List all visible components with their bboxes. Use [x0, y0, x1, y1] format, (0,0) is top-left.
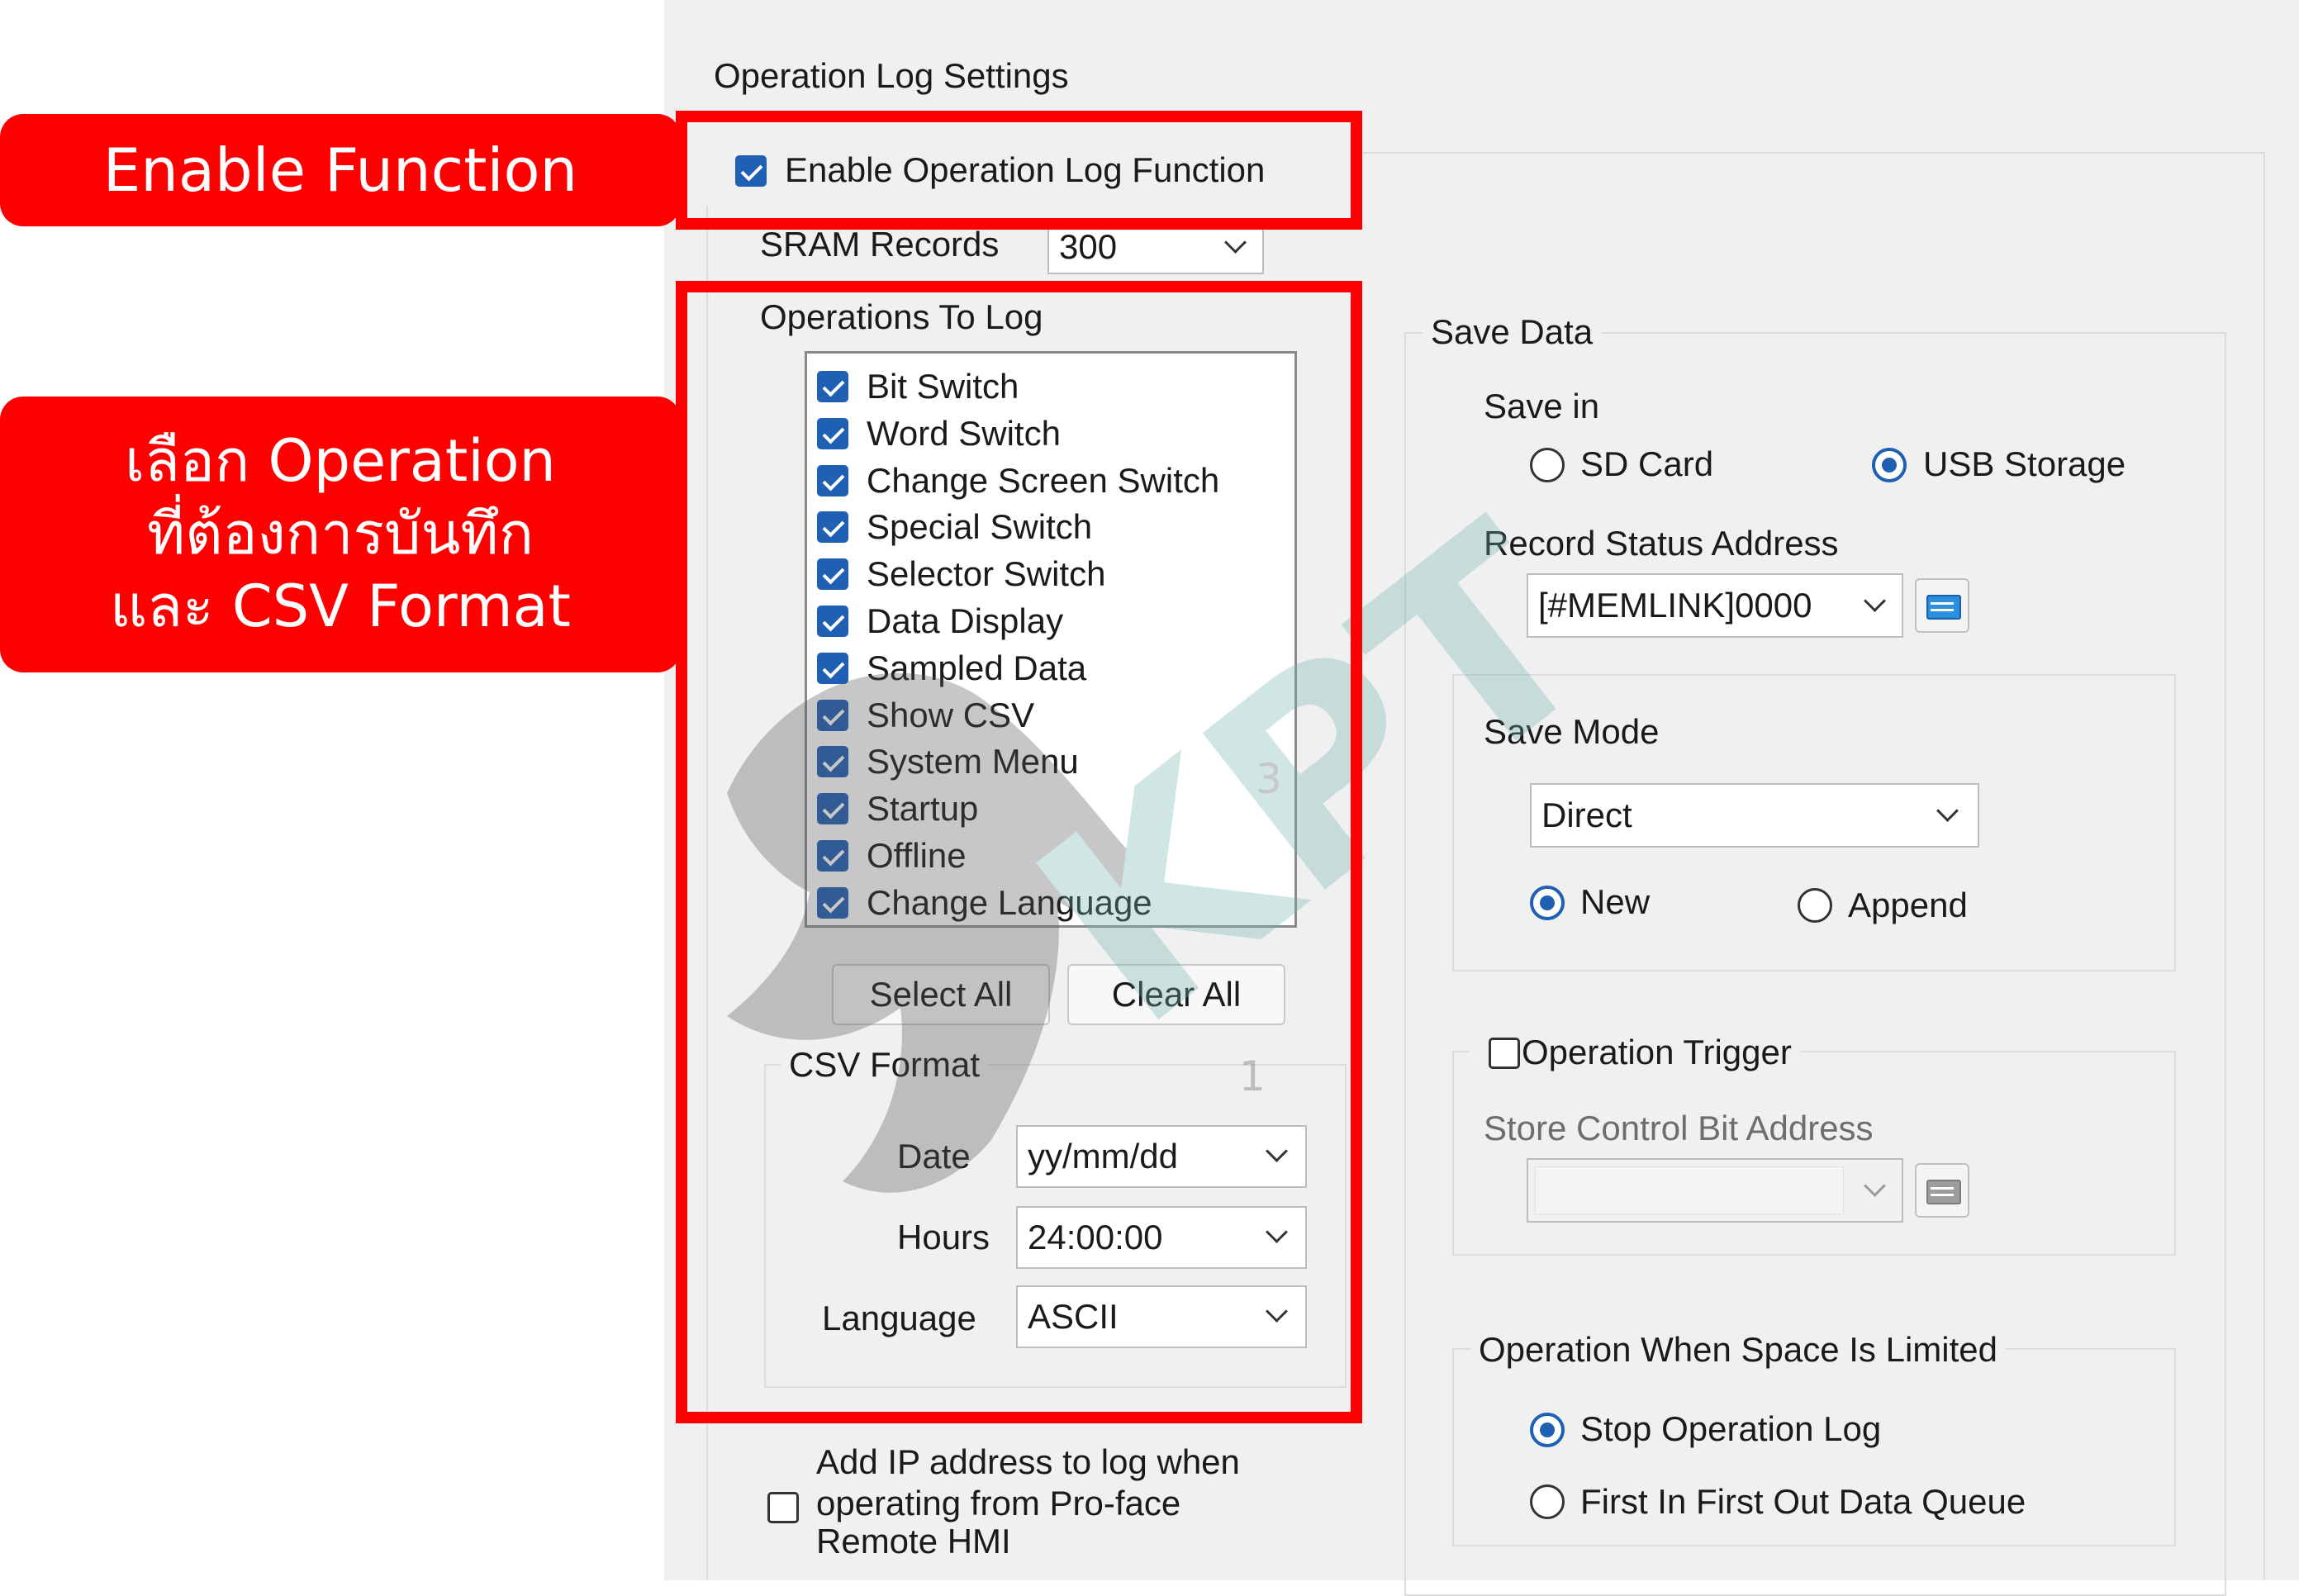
record-status-address-label: Record Status Address	[1484, 524, 1839, 563]
save-data-label: Save Data	[1423, 312, 1602, 352]
store-control-bit-address-label: Store Control Bit Address	[1484, 1109, 1874, 1147]
operation-trigger-checkbox[interactable]	[1489, 1038, 1520, 1069]
record-status-address-dropdown[interactable]: [#MEMLINK]0000	[1527, 573, 1903, 638]
fifo-data-queue-radio[interactable]	[1530, 1484, 1565, 1519]
address-picker-icon[interactable]	[1915, 578, 1969, 633]
usb-storage-label[interactable]: USB Storage	[1923, 444, 2126, 484]
add-ip-address-line-2[interactable]: operating from Pro-face	[816, 1484, 1180, 1523]
operations-highlight	[676, 281, 1362, 1423]
space-limited-label: Operation When Space Is Limited	[1470, 1330, 2006, 1370]
sd-card-radio[interactable]	[1530, 448, 1565, 482]
usb-storage-radio[interactable]	[1872, 448, 1907, 482]
add-ip-address-checkbox[interactable]	[767, 1492, 799, 1523]
store-control-bit-address-dropdown[interactable]	[1527, 1158, 1903, 1223]
group-top-border	[1363, 152, 2263, 154]
stop-operation-log-label[interactable]: Stop Operation Log	[1580, 1409, 1881, 1449]
sram-records-value: 300	[1059, 227, 1118, 266]
chevron-down-icon[interactable]	[1864, 590, 1886, 612]
group-right-border	[2263, 152, 2265, 1580]
record-status-address-value: [#MEMLINK]0000	[1538, 586, 1812, 625]
new-radio[interactable]	[1530, 886, 1565, 920]
sram-records-label: SRAM Records	[760, 225, 1000, 264]
enable-function-callout: Enable Function	[0, 114, 681, 226]
address-picker-icon[interactable]	[1915, 1163, 1969, 1218]
add-ip-address-line-1[interactable]: Add IP address to log when	[816, 1442, 1240, 1482]
add-ip-address-line-3[interactable]: Remote HMI	[816, 1522, 1011, 1561]
append-label[interactable]: Append	[1848, 886, 1968, 925]
chevron-down-icon[interactable]	[1224, 231, 1247, 254]
new-label[interactable]: New	[1580, 882, 1650, 922]
callout-line-1: เลือก Operation	[125, 427, 556, 495]
append-radio[interactable]	[1798, 888, 1832, 923]
enable-function-highlight	[676, 111, 1362, 230]
sd-card-label[interactable]: SD Card	[1580, 444, 1713, 484]
callout-line-2: ที่ต้องการบันทึก	[147, 500, 534, 568]
fifo-data-queue-label[interactable]: First In First Out Data Queue	[1580, 1482, 2026, 1522]
callout-line-3: และ CSV Format	[110, 572, 571, 640]
operation-trigger-group	[1452, 1051, 2176, 1256]
stop-operation-log-radio[interactable]	[1530, 1413, 1565, 1447]
chevron-down-icon[interactable]	[1936, 800, 1959, 822]
chevron-down-icon[interactable]	[1864, 1175, 1886, 1197]
save-in-label: Save in	[1484, 387, 1600, 425]
select-operation-callout: เลือก Operation ที่ต้องการบันทึก และ CSV…	[0, 397, 681, 672]
dialog-title: Operation Log Settings	[714, 56, 1069, 95]
save-mode-label: Save Mode	[1484, 712, 1660, 751]
save-mode-dropdown[interactable]: Direct	[1530, 783, 1979, 848]
save-mode-value: Direct	[1541, 796, 1632, 834]
